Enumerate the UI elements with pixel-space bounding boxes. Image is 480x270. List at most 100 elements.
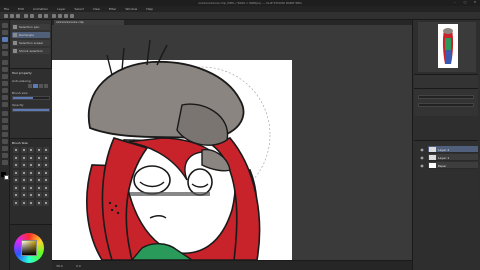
brush-size-preset[interactable] bbox=[13, 162, 19, 168]
transform-icon[interactable] bbox=[52, 14, 56, 18]
brush-size-preset[interactable] bbox=[13, 177, 19, 183]
auto-select-tool-icon[interactable] bbox=[2, 44, 8, 49]
brush-size-preset[interactable] bbox=[20, 184, 27, 191]
fill-tool-icon[interactable] bbox=[2, 111, 8, 116]
brush-size-preset[interactable] bbox=[20, 154, 27, 161]
eraser-tool-icon[interactable] bbox=[2, 95, 8, 100]
frame-tool-icon[interactable] bbox=[2, 132, 8, 137]
brush-size-preset[interactable] bbox=[43, 154, 49, 161]
brush-size-preset[interactable] bbox=[35, 147, 42, 153]
minimize-icon[interactable]: – bbox=[453, 1, 457, 4]
brush-size-preset[interactable] bbox=[13, 154, 19, 161]
brush-size-preset[interactable] bbox=[20, 192, 27, 198]
brush-size-preset[interactable] bbox=[43, 184, 49, 191]
pen-tool-icon[interactable] bbox=[2, 60, 8, 65]
maximize-icon[interactable]: □ bbox=[463, 1, 467, 4]
brush-tool-icon[interactable] bbox=[2, 74, 8, 79]
correct-line-tool-icon[interactable] bbox=[2, 160, 8, 165]
brush-size-preset[interactable] bbox=[20, 162, 27, 168]
eye-icon[interactable]: ◉ bbox=[419, 155, 425, 160]
brush-size-preset[interactable] bbox=[35, 162, 42, 168]
close-icon[interactable]: ✕ bbox=[473, 1, 477, 4]
color-wheel[interactable] bbox=[14, 233, 44, 263]
brush-size-preset[interactable] bbox=[28, 177, 34, 183]
pencil-tool-icon[interactable] bbox=[2, 67, 8, 72]
subtool-item[interactable]: Rectangle bbox=[12, 32, 50, 38]
text-tool-icon[interactable] bbox=[2, 146, 8, 151]
layer-row[interactable]: Layer 1 bbox=[428, 154, 478, 161]
deselect-icon[interactable] bbox=[58, 14, 62, 18]
invert-selection-icon[interactable] bbox=[64, 14, 68, 18]
brush-size-preset[interactable] bbox=[35, 177, 42, 183]
brush-size-preset[interactable] bbox=[43, 192, 49, 198]
eye-icon[interactable]: ◉ bbox=[419, 147, 425, 152]
layer-row[interactable]: Paper bbox=[428, 162, 478, 169]
layer-blend-mode-select[interactable] bbox=[418, 103, 474, 107]
brush-size-preset[interactable] bbox=[20, 177, 27, 183]
brush-size-preset[interactable] bbox=[20, 147, 27, 153]
brush-size-preset[interactable] bbox=[28, 169, 34, 176]
brush-size-preset[interactable] bbox=[20, 169, 27, 176]
brush-size-preset[interactable] bbox=[28, 192, 34, 198]
zoom-readout[interactable]: 38.4 bbox=[56, 264, 63, 268]
undo-icon[interactable] bbox=[24, 14, 28, 18]
ruler-tool-icon[interactable] bbox=[2, 139, 8, 144]
brush-size-preset[interactable] bbox=[28, 199, 34, 206]
brush-size-preset[interactable] bbox=[43, 177, 49, 183]
brush-size-preset[interactable] bbox=[28, 147, 34, 153]
brush-size-preset[interactable] bbox=[43, 147, 49, 153]
brush-size-preset[interactable] bbox=[28, 154, 34, 161]
layer-opacity-slider[interactable] bbox=[418, 95, 474, 99]
fill-icon[interactable] bbox=[44, 14, 48, 18]
color-picker-square[interactable] bbox=[21, 240, 37, 256]
subtool-item[interactable]: Selection eraser bbox=[12, 40, 50, 46]
brush-size-preset[interactable] bbox=[35, 192, 42, 198]
figure-tool-icon[interactable] bbox=[2, 125, 8, 130]
brush-size-preset[interactable] bbox=[43, 162, 49, 168]
selection-tool-icon[interactable] bbox=[2, 37, 8, 42]
opacity-slider[interactable] bbox=[12, 108, 50, 112]
airbrush-tool-icon[interactable] bbox=[2, 81, 8, 86]
blend-tool-icon[interactable] bbox=[2, 102, 8, 107]
navigator-panel bbox=[418, 22, 476, 72]
subtool-item[interactable]: Selection pen bbox=[12, 24, 50, 30]
navigator-thumbnail[interactable] bbox=[438, 24, 458, 68]
brush-size-preset[interactable] bbox=[20, 199, 27, 206]
brush-size-preset[interactable] bbox=[13, 199, 19, 206]
anti-aliasing-label: Anti-aliasing bbox=[12, 79, 31, 83]
layer-row[interactable]: Layer 2 bbox=[428, 146, 478, 153]
brush-size-preset[interactable] bbox=[13, 147, 19, 153]
brush-size-preset[interactable] bbox=[13, 192, 19, 198]
anti-aliasing-selector[interactable] bbox=[28, 84, 48, 88]
brush-size-preset[interactable] bbox=[13, 184, 19, 191]
brush-size-preset[interactable] bbox=[43, 169, 49, 176]
decoration-tool-icon[interactable] bbox=[2, 88, 8, 93]
save-icon[interactable] bbox=[16, 14, 20, 18]
canvas-area[interactable] bbox=[52, 20, 412, 260]
brush-size-preset[interactable] bbox=[28, 162, 34, 168]
clear-icon[interactable] bbox=[38, 14, 42, 18]
balloon-tool-icon[interactable] bbox=[2, 153, 8, 158]
eye-icon[interactable]: ◉ bbox=[419, 163, 425, 168]
crop-icon[interactable] bbox=[70, 14, 74, 18]
move-tool-icon[interactable] bbox=[2, 30, 8, 35]
sub-color-swatch[interactable] bbox=[4, 175, 9, 180]
subtool-item[interactable]: Shrink selection bbox=[12, 48, 50, 54]
zoom-tool-icon[interactable] bbox=[2, 23, 8, 28]
brush-size-preset[interactable] bbox=[35, 154, 42, 161]
brush-size-slider[interactable] bbox=[12, 96, 50, 100]
gradient-tool-icon[interactable] bbox=[2, 118, 8, 123]
open-file-icon[interactable] bbox=[10, 14, 14, 18]
brush-size-preset[interactable] bbox=[28, 184, 34, 191]
canvas-tab[interactable]: xxxxxxxxxxxx.clip bbox=[54, 20, 124, 25]
transform-handle-bar[interactable] bbox=[130, 192, 210, 196]
brush-size-preset[interactable] bbox=[35, 199, 42, 206]
brush-size-preset[interactable] bbox=[43, 199, 49, 206]
brush-size-preset[interactable] bbox=[35, 184, 42, 191]
brush-size-preset[interactable] bbox=[13, 169, 19, 176]
redo-icon[interactable] bbox=[30, 14, 34, 18]
new-file-icon[interactable] bbox=[4, 14, 8, 18]
rotation-readout[interactable]: 0.0 bbox=[76, 264, 81, 268]
brush-size-preset[interactable] bbox=[35, 169, 42, 176]
eyedropper-tool-icon[interactable] bbox=[2, 51, 8, 56]
